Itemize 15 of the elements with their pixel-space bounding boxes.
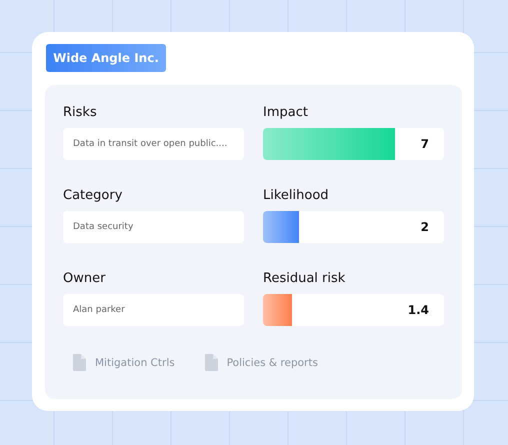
- meter-label: Impact: [263, 105, 309, 121]
- document-icon: [73, 354, 86, 371]
- meter-reading: 7: [420, 137, 430, 151]
- document-icon: [204, 354, 218, 371]
- meter-label: Residual risk: [263, 271, 346, 287]
- value-field[interactable]: Alan parker: [63, 294, 244, 326]
- field-label: Owner: [63, 271, 106, 287]
- field-label: Category: [63, 188, 124, 204]
- company-badge: Wide Angle Inc.: [46, 44, 166, 72]
- meter-reading: 1.4: [408, 303, 430, 317]
- value-field[interactable]: Data in transit over open public....: [63, 128, 244, 160]
- field-label: Risks: [63, 105, 98, 121]
- value-field[interactable]: Data security: [63, 211, 244, 243]
- meter-label: Likelihood: [263, 188, 330, 204]
- meter-reading: 2: [420, 220, 430, 234]
